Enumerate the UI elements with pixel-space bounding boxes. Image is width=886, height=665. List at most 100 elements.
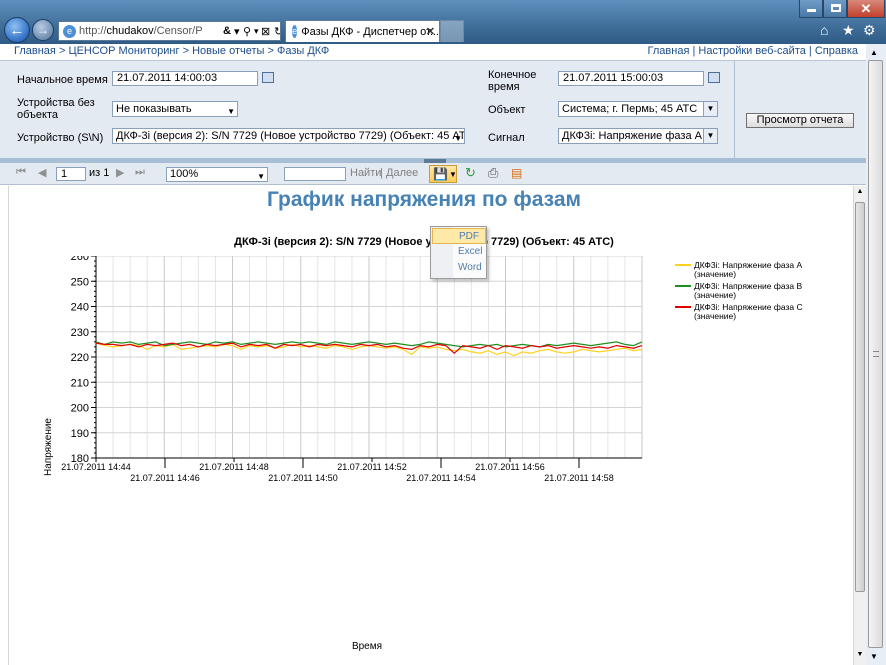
breadcrumb-current[interactable]: Фазы ДКФ [277, 45, 329, 57]
page-number-input[interactable]: 1 [56, 167, 86, 181]
address-prefix: http:// [79, 25, 107, 37]
x-tick-label: 21.07.2011 14:48 [199, 462, 268, 472]
data-feed-icon[interactable]: ▤ [511, 166, 522, 180]
search-dropdown-icon[interactable]: ▾ [254, 26, 259, 37]
chevron-down-icon: ▼ [454, 134, 462, 143]
find-text-input[interactable] [284, 167, 346, 181]
export-dropdown-menu: PDF Excel Word [430, 226, 487, 279]
tab-close-icon[interactable]: ✕ [426, 25, 435, 38]
close-window-button[interactable]: ✕ [847, 0, 885, 18]
chevron-down-icon: ▼ [257, 172, 265, 181]
devices-without-object-label: Устройства без объекта [17, 97, 95, 121]
favorites-star-icon[interactable]: ★ [842, 22, 855, 39]
zoom-select[interactable]: 100% ▼ [166, 167, 268, 182]
top-link-home[interactable]: Главная [648, 45, 690, 57]
y-tick-label: 230 [71, 327, 89, 339]
start-time-label: Начальное время [17, 74, 108, 86]
find-next-link[interactable]: Далее [386, 167, 418, 179]
save-disk-icon: 💾 [433, 167, 448, 181]
x-tick-label: 21.07.2011 14:46 [130, 473, 199, 483]
x-tick-label: 21.07.2011 14:54 [406, 473, 475, 483]
scroll-up-icon[interactable]: ▲ [870, 48, 878, 57]
scroll-up-icon[interactable]: ▲ [855, 188, 865, 198]
breadcrumb: Главная > ЦЕНСОР Мониторинг > Новые отче… [0, 44, 866, 61]
x-tick-label: 21.07.2011 14:44 [61, 462, 130, 472]
prev-page-icon[interactable]: ◀ [38, 166, 46, 179]
browser-scroll-thumb[interactable] [868, 60, 883, 648]
page-count-label: из 1 [89, 167, 110, 179]
view-report-button[interactable]: Просмотр отчета [746, 113, 854, 128]
breadcrumb-new-reports[interactable]: Новые отчеты [192, 45, 264, 57]
export-pdf-item[interactable]: PDF [432, 228, 486, 244]
address-domain: chudakov [106, 25, 154, 37]
y-tick-label: 200 [71, 403, 89, 415]
devices-select-value: Не показывать [116, 103, 192, 115]
legend-label-suffix: (значение) [694, 311, 736, 321]
x-tick-label: 21.07.2011 14:58 [544, 473, 613, 483]
tools-gear-icon[interactable]: ⚙ [863, 22, 876, 39]
stop-icon[interactable]: ⊠ [261, 25, 270, 38]
find-link[interactable]: Найти [350, 167, 381, 179]
print-icon[interactable]: ⎙ [488, 165, 498, 181]
y-tick-label: 220 [71, 352, 89, 364]
chevron-down-icon: ▼ [703, 102, 717, 116]
tab-active[interactable]: e Фазы ДКФ - Диспетчер от... ✕ [285, 20, 440, 42]
breadcrumb-monitoring[interactable]: ЦЕНСОР Мониторинг [68, 45, 179, 57]
breadcrumb-home[interactable]: Главная [14, 45, 56, 57]
y-tick-label: 240 [71, 302, 89, 314]
refresh-report-icon[interactable]: ↻ [465, 165, 476, 181]
new-tab-button[interactable] [440, 20, 464, 42]
scroll-down-icon[interactable]: ▼ [870, 652, 878, 661]
back-arrow-icon: ← [9, 21, 25, 39]
signal-select[interactable]: ДКФ3i: Напряжение фаза А (зн ▼ [558, 128, 718, 144]
export-button[interactable]: 💾 ▼ [429, 165, 457, 183]
compat-view-icon[interactable]: & [223, 25, 231, 37]
x-tick-label: 21.07.2011 14:50 [268, 473, 337, 483]
top-link-help[interactable]: Справка [815, 45, 858, 57]
refresh-icon[interactable]: ↻ [274, 25, 280, 38]
browser-scrollbar[interactable]: ▲ ▼ [866, 44, 886, 665]
zoom-value: 100% [170, 168, 199, 180]
report-scrollbar[interactable]: ▲ ▼ [853, 186, 866, 665]
address-bar[interactable]: e http://chudakov/Censor/P & ▾ ⚲ ▾ ⊠ ↻ ✕ [58, 21, 281, 41]
browser-window: ✕ ← → e http://chudakov/Censor/P & ▾ ⚲ ▾… [0, 0, 886, 665]
y-tick-label: 260 [71, 256, 89, 263]
object-label: Объект [488, 104, 526, 116]
params-divider [734, 61, 735, 158]
report-parameters-panel: Начальное время 21.07.2011 14:00:03 Коне… [0, 61, 866, 158]
home-icon[interactable]: ⌂ [820, 22, 828, 38]
device-select[interactable]: ДКФ-3i (версия 2): S/N 7729 (Новое устро… [112, 128, 465, 144]
find-separator: | [380, 167, 383, 179]
back-button[interactable]: ← [4, 17, 30, 43]
devices-without-object-select[interactable]: Не показывать ▼ [112, 101, 238, 117]
minimize-button[interactable] [799, 0, 823, 18]
device-select-value: ДКФ-3i (версия 2): S/N 7729 (Новое устро… [116, 130, 465, 142]
signal-select-value: ДКФ3i: Напряжение фаза А (зн [562, 130, 718, 142]
end-time-input[interactable]: 21.07.2011 15:00:03 [558, 71, 704, 86]
end-time-label: Конечное время [488, 69, 537, 93]
y-tick-label: 250 [71, 276, 89, 288]
report-toolbar: ⏮ ◀ 1 из 1 ▶ ⏭ 100% ▼ Найти | Далее 💾 ▼ … [0, 163, 866, 185]
maximize-button[interactable] [823, 0, 847, 18]
scroll-down-icon[interactable]: ▼ [855, 651, 865, 661]
x-tick-label: 21.07.2011 14:56 [475, 462, 544, 472]
top-link-settings[interactable]: Настройки веб-сайта [698, 45, 805, 57]
chevron-down-icon: ▼ [449, 170, 457, 179]
last-page-icon[interactable]: ⏭ [135, 166, 145, 179]
export-word-item[interactable]: Word [432, 260, 486, 276]
start-time-input[interactable]: 21.07.2011 14:00:03 [112, 71, 258, 86]
start-calendar-icon[interactable] [262, 72, 274, 83]
scroll-thumb[interactable] [855, 202, 865, 592]
tab-title: Фазы ДКФ - Диспетчер от... [301, 25, 439, 38]
object-select[interactable]: Система; г. Пермь; 45 АТС ▼ [558, 101, 718, 117]
legend-label-suffix: (значение) [694, 290, 736, 300]
report-title: График напряжения по фазам [266, 188, 582, 211]
end-calendar-icon[interactable] [708, 72, 720, 83]
object-select-value: Система; г. Пермь; 45 АТС [562, 103, 698, 115]
next-page-icon[interactable]: ▶ [116, 166, 124, 179]
security-icon[interactable]: ▾ [234, 25, 240, 38]
forward-button[interactable]: → [32, 19, 54, 41]
first-page-icon[interactable]: ⏮ [16, 166, 26, 179]
search-icon[interactable]: ⚲ [243, 25, 251, 38]
export-excel-item[interactable]: Excel [432, 244, 486, 260]
